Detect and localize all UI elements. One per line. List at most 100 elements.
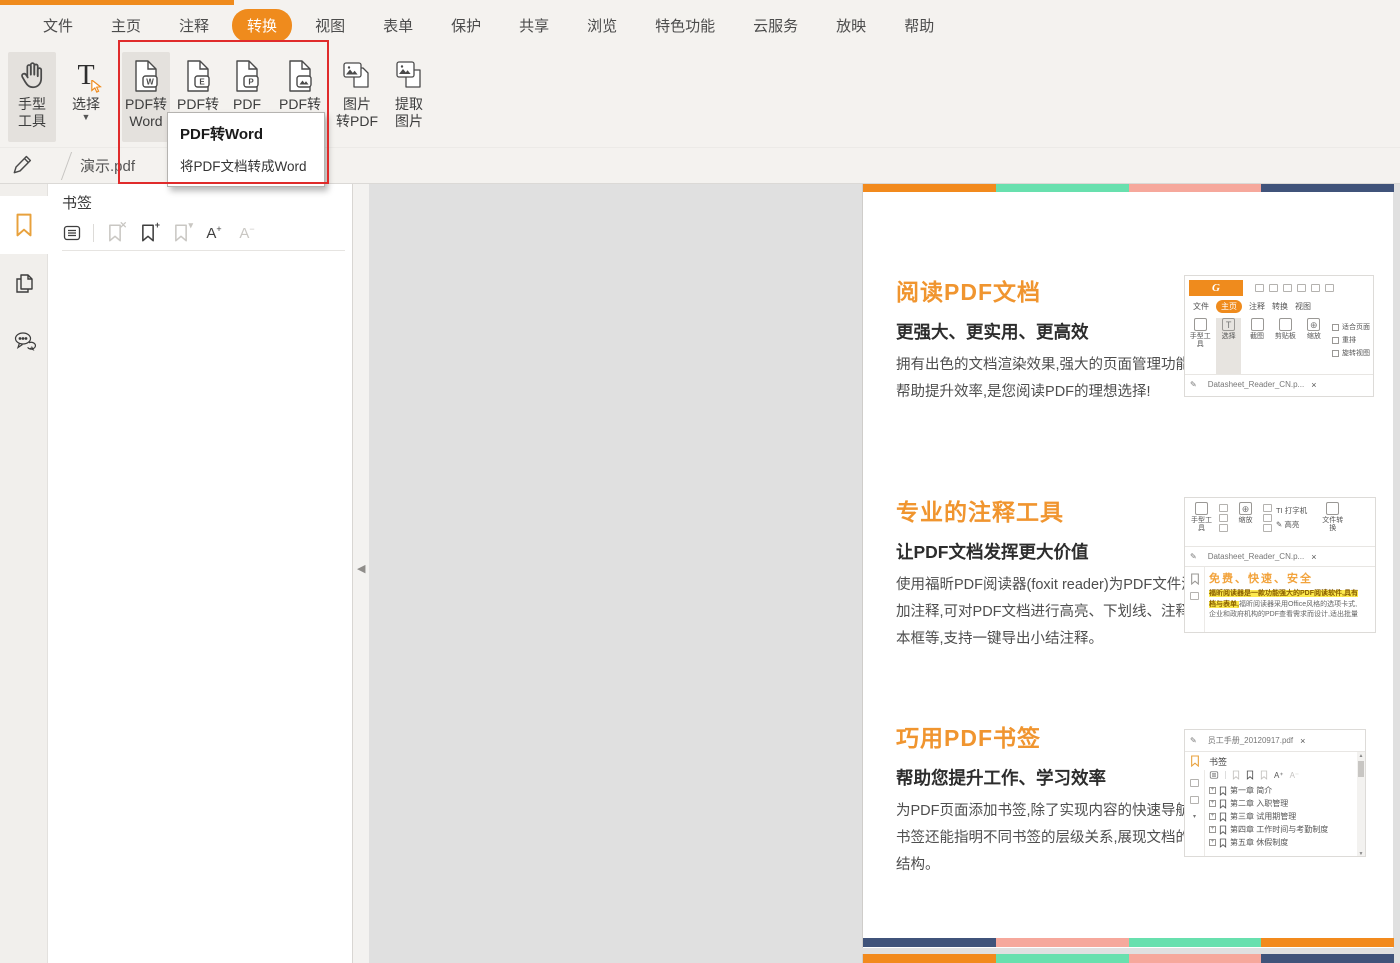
mini2-typewriter-group: TI 打字机 ✎ 高亮 — [1276, 502, 1307, 546]
mini3-more-icon: ▾ — [1193, 813, 1196, 820]
section-body: 拥有出色的文档渲染效果,强大的页面管理功能, 帮助提升效率,是您阅读PDF的理想… — [896, 352, 1186, 406]
mini3-tab-close-icon: × — [1300, 736, 1305, 746]
mini2-page-stack — [1263, 502, 1272, 546]
menu-share[interactable]: 共享 — [519, 15, 549, 36]
menu-view[interactable]: 视图 — [315, 15, 345, 36]
mini1-menu-view: 视图 — [1295, 301, 1311, 312]
mini1-view-options: 适合页面 重排 旋转视图 — [1332, 318, 1370, 374]
mini1-clipboard-tool: 剪贴板 — [1273, 318, 1297, 374]
navigation-rail — [0, 184, 48, 963]
menu-features[interactable]: 特色功能 — [655, 15, 715, 36]
image-to-pdf-button[interactable]: 图片 转PDF — [333, 52, 381, 142]
print-icon — [1283, 284, 1292, 292]
menu-browse[interactable]: 浏览 — [587, 15, 617, 36]
page-top-stripe — [863, 184, 1394, 192]
select-tool-button[interactable]: T 选择 ▼ — [64, 52, 108, 142]
mini2-tab-label: Datasheet_Reader_CN.p... — [1208, 552, 1305, 561]
panel-divider — [62, 250, 345, 251]
mini2-tab-close-icon: × — [1311, 552, 1316, 562]
section-annotation-tools: 专业的注释工具 让PDF文档发挥更大价值 使用福昕PDF阅读器(foxit re… — [896, 493, 1186, 653]
menu-file[interactable]: 文件 — [43, 15, 73, 36]
mini1-menubar: 文件 主页 注释 转换 视图 — [1185, 297, 1373, 314]
mini1-hand-tool: 手型工具 — [1188, 318, 1212, 374]
mini2-pencil-icon: ✎ — [1190, 552, 1197, 561]
collapse-panel-icon[interactable]: ◀ — [357, 562, 365, 575]
image-to-pdf-label-1: 图片 — [343, 96, 371, 113]
mini3-tab-label: 员工手册_20120917.pdf — [1208, 735, 1293, 746]
delete-bookmark-icon[interactable]: ✕ — [103, 221, 127, 245]
toolbar-divider — [93, 224, 94, 242]
mini3-bookmark-active — [1185, 752, 1205, 770]
font-decrease-icon[interactable]: A− — [235, 221, 259, 245]
mini1-tabrow: ✎ Datasheet_Reader_CN.p...× — [1185, 374, 1373, 394]
mini1-titlebar: G — [1185, 276, 1373, 297]
reflow-icon — [1332, 337, 1339, 344]
section-read-pdf: 阅读PDF文档 更强大、更实用、更高效 拥有出色的文档渲染效果,强大的页面管理功… — [896, 273, 1186, 406]
mini3-tabrow: ✎ 员工手册_20120917.pdf × — [1185, 730, 1365, 752]
mini2-hand-tool: 手型工具 — [1188, 502, 1215, 546]
pdf-to-word-button[interactable]: W PDF转 Word — [122, 52, 170, 142]
hand-tool-button[interactable]: 手型 工具 — [8, 52, 56, 142]
extract-images-label-1: 提取 — [395, 96, 423, 113]
hand-icon — [14, 56, 50, 96]
image-to-pdf-icon — [339, 56, 375, 96]
mini3-body: ▾ 书签 A⁺ A⁻ — [1185, 752, 1365, 857]
screenshot-bookmarks-ui: ✎ 员工手册_20120917.pdf × ▾ — [1184, 729, 1366, 857]
mini3-options-icon — [1209, 770, 1219, 780]
bookmark-icon — [12, 212, 36, 238]
mini2-file-convert: 文件转换 — [1319, 502, 1346, 546]
select-dropdown-caret-icon[interactable]: ▼ — [82, 113, 91, 121]
mini3-pencil-icon: ✎ — [1190, 736, 1197, 745]
mini1-tab-close-icon: × — [1311, 380, 1316, 390]
document-tab[interactable]: 演示.pdf — [58, 148, 161, 183]
add-bookmark-icon[interactable]: + — [136, 221, 160, 245]
pdf-to-image-label: PDF转 — [279, 96, 321, 113]
menu-cloud[interactable]: 云服务 — [753, 15, 798, 36]
tooltip-description: 将PDF文档转成Word — [180, 155, 312, 175]
mini3-bm-icon-3 — [1260, 770, 1268, 780]
rotate-view-icon — [1332, 350, 1339, 357]
bookmarks-panel-button[interactable] — [0, 196, 48, 254]
mini1-menu-file: 文件 — [1193, 301, 1209, 312]
edit-pencil-icon[interactable] — [11, 154, 35, 178]
mini3-panel-title: 书签 — [1209, 755, 1353, 768]
mini3-pages-icon — [1190, 779, 1199, 787]
svg-text:W: W — [146, 78, 154, 87]
pdf-to-word-label-1: PDF转 — [125, 96, 167, 113]
mini2-toolbar: 手型工具 ⊕缩放 TI 打字机 ✎ 高亮 文件转换 — [1185, 498, 1375, 546]
mini3-bm-icon-1 — [1232, 770, 1240, 780]
document-viewport[interactable]: 阅读PDF文档 更强大、更实用、更高效 拥有出色的文档渲染效果,强大的页面管理功… — [369, 184, 1400, 963]
comments-icon — [12, 329, 36, 353]
page2-top-stripe — [863, 954, 1394, 963]
menu-comment[interactable]: 注释 — [179, 15, 209, 36]
bookmark-options-icon[interactable] — [60, 221, 84, 245]
menu-protect[interactable]: 保护 — [451, 15, 481, 36]
tooltip-pdf-to-word: PDF转Word 将PDF文档转成Word — [167, 112, 325, 187]
menu-help[interactable]: 帮助 — [904, 15, 934, 36]
section-bookmarks: 巧用PDF书签 帮助您提升工作、学习效率 为PDF页面添加书签,除了实现内容的快… — [896, 719, 1186, 879]
expand-bookmark-icon[interactable]: ▾ — [169, 221, 193, 245]
doc-icon — [1311, 284, 1320, 292]
menu-convert-active[interactable]: 转换 — [232, 9, 292, 42]
panel-collapse-strip[interactable]: ◀ — [354, 184, 369, 963]
hand-tool-label-1: 手型 — [18, 96, 46, 113]
mini2-select-stack — [1219, 502, 1228, 546]
menu-present[interactable]: 放映 — [836, 15, 866, 36]
font-increase-icon[interactable]: A+ — [202, 221, 226, 245]
pdf-to-word-icon: W — [128, 56, 164, 96]
section-title: 专业的注释工具 — [896, 493, 1186, 527]
mini3-bookmark-list: +第一章 简介 +第二章 入职管理 +第三章 试用期管理 +第四章 工作时间与考… — [1209, 784, 1353, 849]
scroll-down-icon: ▼ — [1359, 851, 1364, 857]
extract-images-button[interactable]: 提取 图片 — [385, 52, 433, 142]
menu-home[interactable]: 主页 — [111, 15, 141, 36]
mini2-content: 免费、快速、安全 福昕阅读器是一款功能强大的PDF阅读软件,具有 档与表单,福昕… — [1185, 566, 1375, 632]
comments-panel-button[interactable] — [0, 312, 48, 370]
section-subtitle: 让PDF文档发挥更大价值 — [896, 539, 1186, 564]
hand-tool-label-2: 工具 — [18, 113, 46, 130]
menu-form[interactable]: 表单 — [383, 15, 413, 36]
highlight-pen-icon: ✎ — [1276, 520, 1282, 529]
mini2-page-text: 免费、快速、安全 福昕阅读器是一款功能强大的PDF阅读软件,具有 档与表单,福昕… — [1205, 567, 1375, 632]
pages-panel-button[interactable] — [0, 254, 48, 312]
undo-icon — [1325, 284, 1334, 292]
pages-icon — [12, 271, 36, 295]
